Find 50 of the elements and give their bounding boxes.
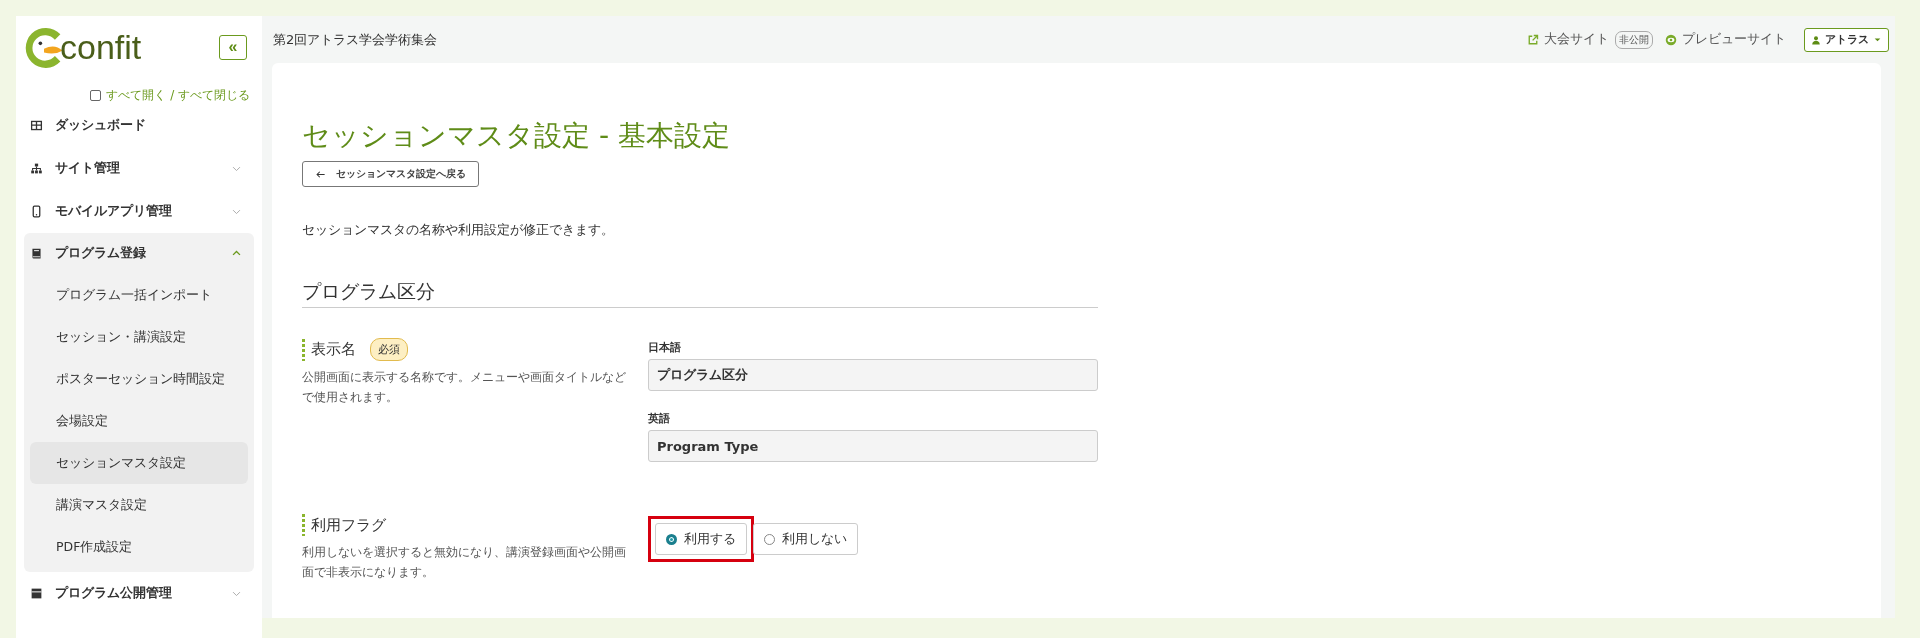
required-badge: 必須 xyxy=(370,338,408,361)
dotted-marker xyxy=(302,514,305,536)
smartphone-icon xyxy=(30,205,43,218)
book-icon xyxy=(30,247,43,260)
radio-button[interactable] xyxy=(666,533,677,545)
section-heading: プログラム区分 xyxy=(302,279,1098,308)
sitemap-icon xyxy=(30,162,43,175)
radio-option[interactable]: 利用しない xyxy=(753,523,858,555)
expand-collapse-link[interactable]: すべて開く / すべて閉じる xyxy=(106,86,250,104)
menu-item[interactable]: プログラム登録 xyxy=(24,233,254,274)
menu-item[interactable]: ダッシュボード xyxy=(16,104,262,147)
eye-icon xyxy=(1665,33,1677,46)
submenu-item[interactable]: セッションマスタ設定 xyxy=(30,442,248,484)
submenu-item[interactable]: 会場設定 xyxy=(30,400,248,442)
page-title: セッションマスタ設定 - 基本設定 xyxy=(302,118,731,154)
logo-text: confit xyxy=(60,27,142,67)
input-label: 英語 xyxy=(648,411,671,426)
checkbox[interactable] xyxy=(90,89,102,101)
user-icon xyxy=(1811,34,1821,45)
description-text: セッションマスタの名称や利用設定が修正できます。 xyxy=(302,221,615,239)
radio-option[interactable]: 利用する xyxy=(655,523,747,555)
calendar-icon xyxy=(30,587,43,600)
back-button[interactable]: セッションマスタ設定へ戻る xyxy=(302,161,479,187)
event-title: 第2回アトラス学会学術集会 xyxy=(273,30,438,49)
help-text: 利用しないを選択すると無効になり、講演登録画面や公開画面で非表示になります。 xyxy=(302,544,627,581)
submenu-item[interactable]: 講演マスタ設定 xyxy=(30,484,248,526)
submenu-item[interactable]: PDF作成設定 xyxy=(30,526,248,568)
dotted-marker xyxy=(302,338,305,361)
arrow-left-icon xyxy=(315,168,326,180)
submenu-item[interactable]: プログラム一括インポート xyxy=(30,274,248,316)
external-link-icon xyxy=(1527,33,1539,46)
site-link[interactable]: 大会サイト xyxy=(1527,31,1609,48)
menu-item[interactable]: モバイルアプリ管理 xyxy=(16,190,262,233)
field-label: 利用フラグ xyxy=(311,515,386,535)
user-menu-button[interactable]: アトラス xyxy=(1804,27,1889,52)
input-label: 日本語 xyxy=(648,340,682,355)
table-icon xyxy=(30,119,43,132)
submenu-item[interactable]: セッション・講演設定 xyxy=(30,316,248,358)
menu-item[interactable]: プログラム公開管理 xyxy=(16,572,262,615)
preview-link[interactable]: プレビューサイト xyxy=(1665,31,1786,48)
caret-icon xyxy=(1873,35,1882,44)
collapse-button[interactable]: « xyxy=(219,34,247,60)
text-field[interactable]: Program Type xyxy=(648,430,1098,462)
text-field[interactable]: プログラム区分 xyxy=(648,359,1098,391)
menu-item[interactable]: サイト管理 xyxy=(16,147,262,190)
submenu-item[interactable]: ポスターセッション時間設定 xyxy=(30,358,248,400)
radio-button[interactable] xyxy=(764,533,775,545)
field-label: 表示名 xyxy=(311,340,356,359)
status-badge: 非公開 xyxy=(1615,30,1653,49)
help-text: 公開画面に表示する名称です。メニューや画面タイトルなどで使用されます。 xyxy=(302,369,627,406)
